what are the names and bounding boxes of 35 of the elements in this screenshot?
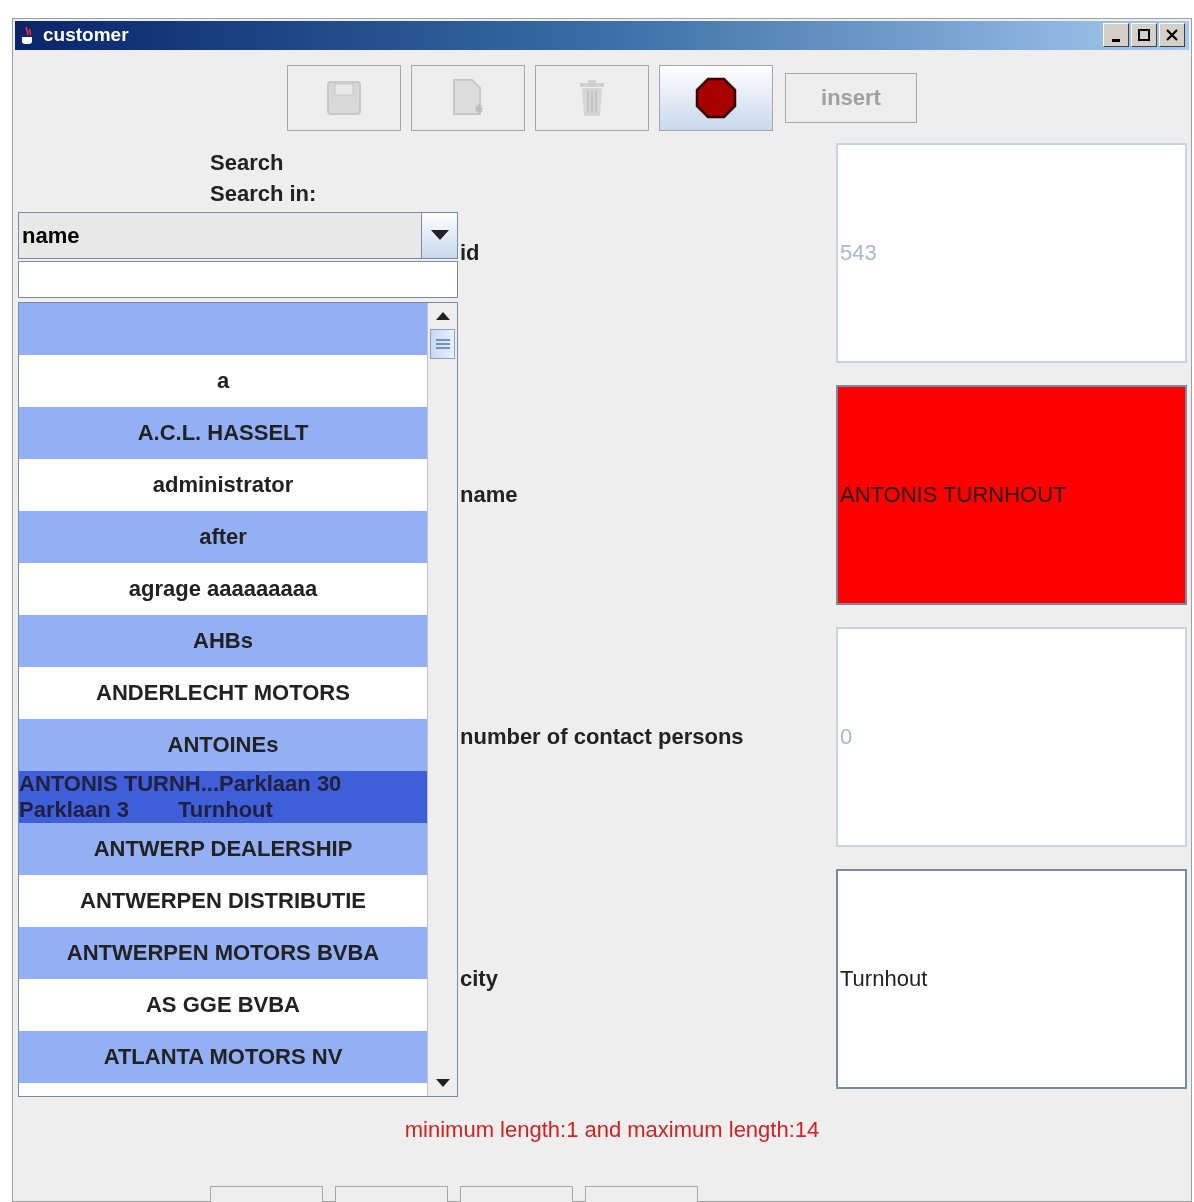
list-item[interactable]: ANTOINEs	[19, 718, 427, 771]
new-document-icon	[451, 77, 485, 118]
field-label: city	[460, 965, 498, 993]
list-item[interactable]: A.C.L. HASSELT	[19, 406, 427, 459]
stop-button[interactable]	[659, 64, 773, 131]
validation-message: minimum length:1 and maximum length:14	[404, 1115, 820, 1144]
search-input-field[interactable]	[18, 260, 458, 298]
text-field[interactable]: Turnhout	[836, 868, 1187, 1089]
trash-can-icon	[578, 78, 606, 117]
maximize-button[interactable]	[1131, 23, 1157, 48]
caret-icon	[430, 230, 449, 240]
maximize-icon	[1138, 29, 1150, 42]
field-label: name	[460, 481, 518, 509]
field-label: id	[460, 239, 480, 267]
stop-sign-icon	[695, 76, 737, 119]
scroll-thumb[interactable]	[430, 328, 455, 359]
scrollbar[interactable]	[427, 302, 457, 1096]
up-arrow-icon	[435, 311, 450, 320]
dropdown-arrow-button[interactable]	[421, 212, 457, 258]
field-label: number of contact persons	[460, 723, 744, 751]
list-item[interactable]: after	[19, 510, 427, 563]
close-icon	[1166, 29, 1178, 42]
search-field-dropdown[interactable]: name	[18, 211, 458, 259]
search-label: Search	[210, 148, 285, 177]
minimize-icon	[1112, 38, 1120, 42]
down-arrow-icon	[435, 1078, 450, 1087]
list-item[interactable]: ATLANTA MOTORS NV	[19, 1030, 427, 1083]
list-item[interactable]: ANTWERPEN MOTORS BVBA	[19, 926, 427, 979]
close-button[interactable]	[1159, 23, 1185, 48]
text-field[interactable]: ANTONIS TURNHOUT	[836, 384, 1187, 605]
list-item[interactable]: AHBs	[19, 614, 427, 667]
window-title: customer	[43, 23, 129, 47]
search-in-label: Search in:	[210, 179, 318, 208]
minimize-button[interactable]	[1103, 23, 1129, 48]
list-item[interactable]: ANTWERP DEALERSHIP	[19, 822, 427, 875]
